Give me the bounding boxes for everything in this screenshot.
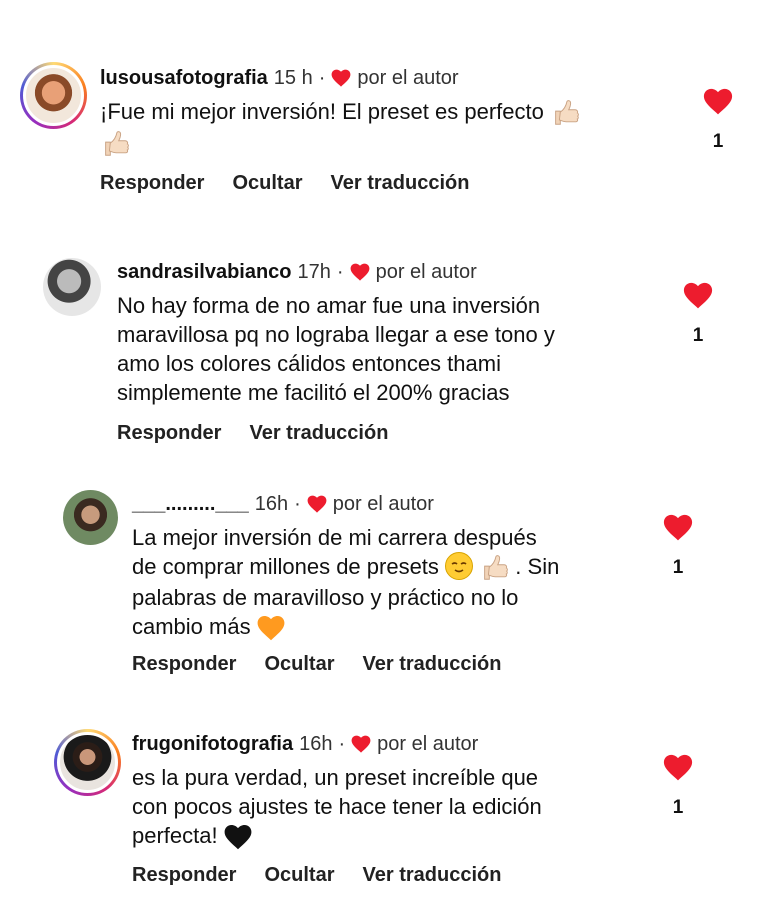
- username[interactable]: sandrasilvabianco: [117, 260, 292, 284]
- comment-text: No hay forma de no amar fue una inversió…: [117, 293, 555, 405]
- thumbs-up-icon: [479, 553, 509, 583]
- timestamp: 16h: [254, 493, 289, 515]
- reply-button[interactable]: Responder: [117, 422, 221, 445]
- liked-by-author-label: por el autor: [375, 261, 477, 283]
- avatar[interactable]: [63, 490, 118, 545]
- like-button[interactable]: 1: [663, 754, 693, 819]
- username[interactable]: frugonifotografia: [132, 732, 293, 756]
- reply-button[interactable]: Responder: [132, 653, 236, 676]
- like-count: 1: [692, 325, 704, 346]
- see-translation-button[interactable]: Ver traducción: [363, 864, 502, 887]
- author-liked-heart-icon: [351, 735, 371, 753]
- hide-button[interactable]: Ocultar: [232, 172, 302, 195]
- comment-text: ¡Fue mi mejor inversión! El preset es pe…: [100, 97, 680, 159]
- see-translation-button[interactable]: Ver traducción: [331, 172, 470, 195]
- timestamp: 17h: [297, 261, 331, 283]
- like-count: 1: [712, 131, 724, 152]
- author-liked-heart-icon: [350, 263, 370, 281]
- timestamp: 16h: [299, 733, 333, 755]
- hide-button[interactable]: Ocultar: [264, 653, 334, 676]
- heart-icon[interactable]: [683, 282, 713, 309]
- thumbs-up-icon: [550, 98, 580, 128]
- thumbs-up-icon: [100, 129, 130, 159]
- reply-button[interactable]: Responder: [100, 172, 204, 195]
- like-button[interactable]: 1: [683, 282, 713, 347]
- like-count: 1: [672, 797, 684, 818]
- separator-dot: ·: [318, 67, 326, 89]
- separator-dot: ·: [338, 733, 346, 755]
- comment-text: La mejor inversión de mi carrera después…: [132, 523, 652, 641]
- author-liked-heart-icon: [307, 495, 327, 513]
- timestamp: 15 h: [273, 67, 313, 89]
- reply-button[interactable]: Responder: [132, 864, 236, 887]
- separator-dot: ·: [336, 261, 344, 283]
- avatar[interactable]: [20, 62, 87, 129]
- see-translation-button[interactable]: Ver traducción: [363, 653, 502, 676]
- liked-by-author-label: por el autor: [357, 67, 459, 89]
- comment-text: es la pura verdad, un preset increíble q…: [132, 763, 652, 850]
- liked-by-author-label: por el autor: [332, 493, 434, 515]
- separator-dot: ·: [294, 493, 301, 515]
- like-button[interactable]: 1: [703, 88, 733, 153]
- like-button[interactable]: 1: [663, 514, 693, 579]
- username[interactable]: ___.........___: [132, 492, 249, 516]
- liked-by-author-label: por el autor: [377, 733, 479, 755]
- see-translation-button[interactable]: Ver traducción: [249, 422, 388, 445]
- author-liked-heart-icon: [331, 69, 351, 87]
- like-count: 1: [672, 557, 684, 578]
- heart-icon[interactable]: [703, 88, 733, 115]
- relieved-face-icon: [445, 552, 474, 581]
- avatar[interactable]: [54, 729, 121, 796]
- username[interactable]: lusousafotografia: [100, 66, 268, 90]
- black-heart-icon: [224, 825, 252, 850]
- hide-button[interactable]: Ocultar: [264, 864, 334, 887]
- heart-icon[interactable]: [663, 514, 693, 541]
- avatar[interactable]: [43, 258, 101, 316]
- heart-icon[interactable]: [663, 754, 693, 781]
- orange-heart-icon: [257, 616, 285, 641]
